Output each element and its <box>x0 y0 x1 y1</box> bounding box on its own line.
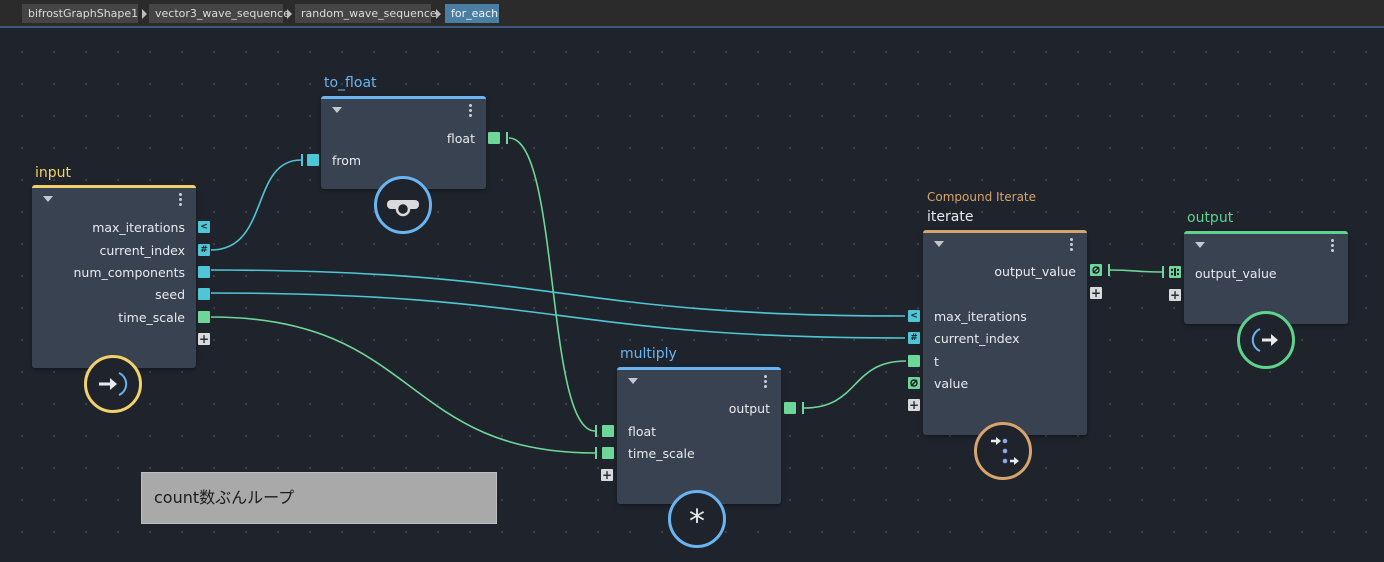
port-time-scale-in[interactable] <box>602 447 614 459</box>
port-current-index-icon[interactable]: # <box>198 244 210 256</box>
port-label-seed: seed <box>155 287 185 302</box>
kebab-menu-icon[interactable] <box>1331 239 1334 252</box>
multiply-asterisk-icon: * <box>668 490 726 548</box>
connector-bar <box>1162 266 1164 278</box>
node-header-bar <box>617 367 781 370</box>
wire-float-to-multiply-float[interactable] <box>508 137 596 432</box>
port-label-num-components: num_components <box>73 265 186 280</box>
node-title-multiply: multiply <box>620 346 677 362</box>
node-multiply[interactable]: output float time_scale <box>617 367 781 504</box>
collapse-triangle-icon[interactable] <box>332 107 342 113</box>
port-label-output-value: output_value <box>994 264 1076 279</box>
add-port-plus-icon[interactable]: + <box>908 399 920 411</box>
port-label-current-index: current_index <box>99 243 185 258</box>
port-value-in-icon[interactable] <box>908 377 920 389</box>
port-from-in[interactable] <box>307 154 319 166</box>
wire-output-value-to-output[interactable] <box>1109 269 1163 273</box>
wire-multiply-output-to-t[interactable] <box>803 360 907 409</box>
port-label-output-value: output_value <box>1195 266 1277 281</box>
collapse-triangle-icon[interactable] <box>934 241 944 247</box>
output-node-arrow-icon <box>1237 311 1295 369</box>
node-header-bar <box>32 185 196 188</box>
node-title-output: output <box>1187 210 1234 226</box>
comment-note[interactable]: count数ぶんループ <box>141 472 497 524</box>
port-label-float: float <box>446 131 475 146</box>
port-label-float: float <box>628 424 657 439</box>
port-label-from: from <box>332 153 362 168</box>
port-output-value-out-icon[interactable] <box>1090 264 1102 276</box>
port-label-current-index: current_index <box>934 331 1020 346</box>
connector-bar <box>506 132 508 144</box>
add-port-plus-icon[interactable]: + <box>1169 289 1181 301</box>
multiply-symbol: * <box>689 502 705 540</box>
add-port-plus-icon[interactable]: + <box>601 469 613 481</box>
port-seed[interactable] <box>198 288 210 300</box>
port-label-max-iterations: max_iterations <box>934 309 1027 324</box>
port-label-value: value <box>934 376 969 391</box>
connector-bar <box>1108 264 1110 276</box>
node-title-to-float: to_float <box>324 75 377 91</box>
node-title-iterate: iterate <box>927 209 974 225</box>
input-node-arrow-icon <box>84 355 142 413</box>
kebab-menu-icon[interactable] <box>764 375 767 388</box>
port-max-iterations-in-icon[interactable]: < <box>908 310 920 322</box>
kebab-menu-icon[interactable] <box>1070 238 1073 251</box>
iterate-loop-icon <box>974 422 1032 480</box>
collapse-triangle-icon[interactable] <box>628 378 638 384</box>
port-max-iterations-icon[interactable]: < <box>198 221 210 233</box>
node-subtitle-compound-iterate: Compound Iterate <box>927 190 1037 204</box>
port-label-time-scale: time_scale <box>118 310 185 325</box>
connector-bar <box>595 447 597 459</box>
add-port-plus-icon[interactable]: + <box>1090 287 1102 299</box>
node-input[interactable]: max_iterations current_index num_compone… <box>32 185 196 368</box>
port-output-out[interactable] <box>784 402 796 414</box>
port-time-scale[interactable] <box>198 311 210 323</box>
port-current-index-in-icon[interactable]: # <box>908 332 920 344</box>
node-header-bar <box>1184 231 1348 234</box>
connector-bar <box>802 402 804 414</box>
collapse-triangle-icon[interactable] <box>1195 242 1205 248</box>
kebab-menu-icon[interactable] <box>469 104 472 117</box>
add-port-plus-icon[interactable]: + <box>198 333 210 345</box>
connector-bar <box>301 154 303 166</box>
wire-current-index-to-from[interactable] <box>210 159 302 251</box>
port-label-max-iterations: max_iterations <box>92 220 185 235</box>
collapse-triangle-icon[interactable] <box>43 196 53 202</box>
port-output-value-in-icon[interactable] <box>1169 266 1181 278</box>
node-header-bar <box>923 230 1087 233</box>
node-header-bar <box>321 96 486 99</box>
port-label-output: output <box>728 401 770 416</box>
to-float-convert-icon <box>374 176 432 234</box>
port-t-in[interactable] <box>908 355 920 367</box>
port-label-time-scale: time_scale <box>628 446 695 461</box>
node-title-input: input <box>35 165 72 181</box>
port-float-in[interactable] <box>602 425 614 437</box>
kebab-menu-icon[interactable] <box>179 193 182 206</box>
wire-time-scale-to-multiply[interactable] <box>210 316 596 454</box>
port-float-out[interactable] <box>488 132 500 144</box>
port-label-t: t <box>934 354 939 369</box>
node-iterate[interactable]: output_value max_iterations current_inde… <box>923 230 1087 435</box>
wire-num-components-to-max-iterations[interactable] <box>210 269 906 317</box>
port-num-components[interactable] <box>198 266 210 278</box>
connector-bar <box>595 425 597 437</box>
